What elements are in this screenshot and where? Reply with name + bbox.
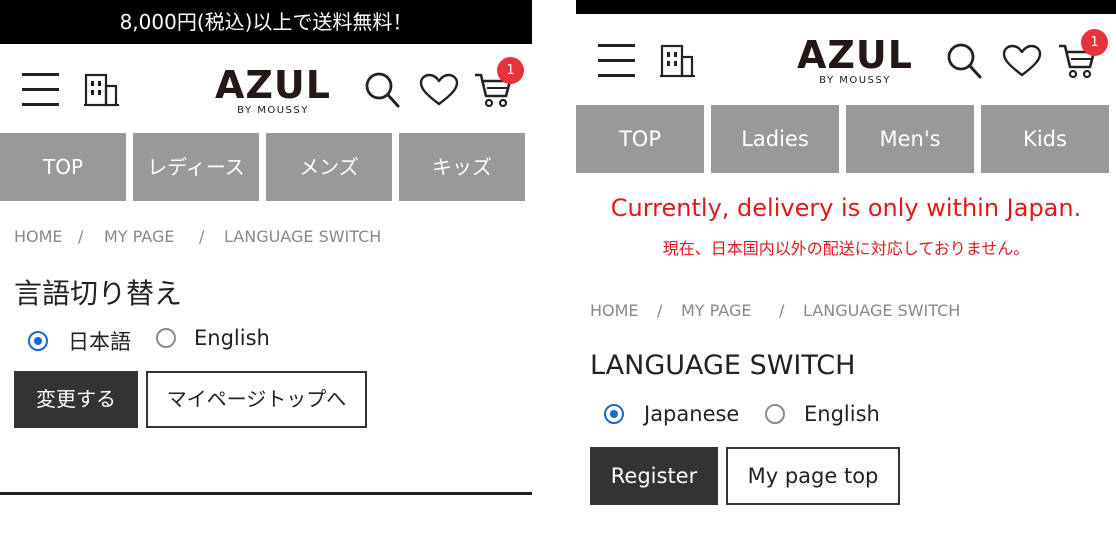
cart-count-badge: 1 [1081,29,1108,56]
tab-top[interactable]: TOP [0,133,126,201]
breadcrumb-separator: / [779,301,785,320]
tab-mens[interactable]: メンズ [266,133,392,201]
breadcrumb-separator: / [657,301,663,320]
top-black-bar [576,0,1116,14]
tab-ladies[interactable]: レディース [133,133,259,201]
radio-option-english[interactable]: English [156,326,270,350]
radio-button[interactable] [156,328,176,348]
search-icon[interactable] [364,71,400,109]
radio-label: Japanese [644,402,740,426]
delivery-notice-english: Currently, delivery is only within Japan… [610,194,1082,222]
tab-top[interactable]: TOP [576,105,704,173]
radio-button[interactable] [765,404,785,424]
breadcrumb-separator: / [199,227,205,246]
right-panel-english: AZUL BY MOUSSY 1 TOP Ladies Men's Kids C… [576,0,1116,553]
radio-option-english[interactable]: English [765,402,880,426]
radio-button-checked[interactable] [604,404,624,424]
register-button[interactable]: Register [590,447,718,505]
tab-kids[interactable]: キッズ [399,133,525,201]
mypage-top-button[interactable]: My page top [726,447,900,505]
radio-label: English [194,326,270,350]
store-building-icon[interactable] [84,72,120,108]
breadcrumb-my-page[interactable]: MY PAGE [681,301,751,320]
search-icon[interactable] [946,42,982,80]
breadcrumb-home[interactable]: HOME [590,301,639,320]
breadcrumb-my-page[interactable]: MY PAGE [104,227,174,246]
mypage-top-button[interactable]: マイページトップへ [146,371,367,428]
breadcrumb-current: LANGUAGE SWITCH [224,227,382,246]
page-title: 言語切り替え [14,277,183,310]
azul-logo[interactable]: AZUL BY MOUSSY [210,66,336,116]
divider [0,492,532,495]
page-title: LANGUAGE SWITCH [590,350,856,381]
breadcrumb-home[interactable]: HOME [14,227,63,246]
heart-icon[interactable] [1002,44,1042,78]
hamburger-menu-icon[interactable] [22,72,60,108]
heart-icon[interactable] [419,73,459,107]
radio-label: English [804,402,880,426]
azul-logo[interactable]: AZUL BY MOUSSY [792,36,918,86]
radio-button-checked[interactable] [28,331,48,351]
free-shipping-banner: 8,000円(税込)以上で送料無料！ [0,0,532,44]
tab-kids[interactable]: Kids [981,105,1109,173]
breadcrumb-current: LANGUAGE SWITCH [803,301,961,320]
hamburger-menu-icon[interactable] [598,43,636,79]
breadcrumb-separator: / [78,227,84,246]
tab-mens[interactable]: Men's [846,105,974,173]
store-building-icon[interactable] [660,43,696,79]
delivery-notice-japanese: 現在、日本国内以外の配送に対応しておりません。 [662,239,1030,258]
radio-option-japanese[interactable]: 日本語 [28,326,131,356]
cart-count-badge: 1 [497,57,524,84]
left-panel-japanese: 8,000円(税込)以上で送料無料！ AZUL BY MOUSSY 1 TOP … [0,0,532,553]
radio-label: 日本語 [68,330,131,354]
tab-ladies[interactable]: Ladies [711,105,839,173]
submit-button[interactable]: 変更する [14,371,138,428]
radio-option-japanese[interactable]: Japanese [604,402,739,426]
